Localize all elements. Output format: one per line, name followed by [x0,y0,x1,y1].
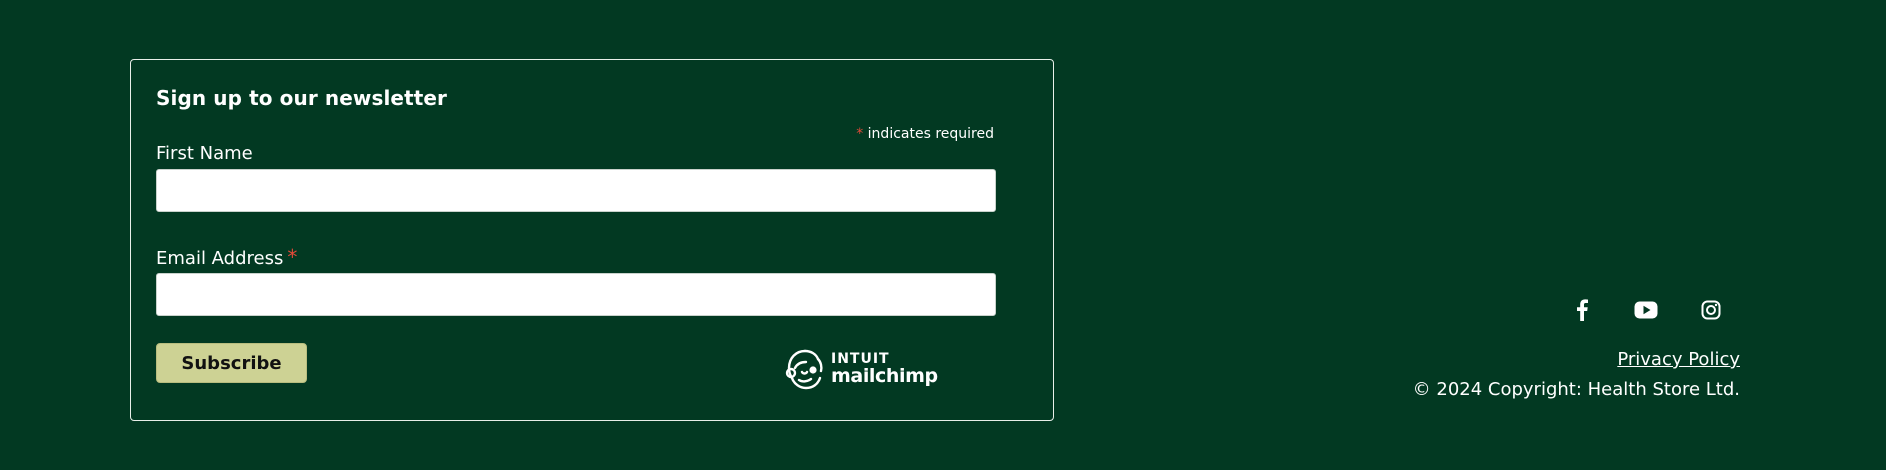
instagram-link[interactable] [1695,296,1727,324]
email-label: Email Address * [156,245,297,269]
required-note-text: indicates required [867,126,994,142]
facebook-icon [1577,299,1588,321]
copyright-text: © 2024 Copyright: Health Store Ltd. [1412,379,1740,400]
email-field[interactable] [156,273,996,316]
newsletter-title: Sign up to our newsletter [156,86,448,110]
facebook-link[interactable] [1566,296,1598,324]
youtube-link[interactable] [1630,296,1662,324]
instagram-icon [1701,300,1721,320]
email-required-asterisk: * [287,245,298,269]
logo-mailchimp-text: mailchimp [831,365,938,387]
first-name-field[interactable] [156,169,996,212]
newsletter-form: Sign up to our newsletter * indicates re… [130,59,1054,421]
privacy-policy-link[interactable]: Privacy Policy [1617,349,1740,370]
first-name-label: First Name [156,143,253,164]
youtube-icon [1634,301,1658,319]
mailchimp-freddie-icon [785,349,823,390]
subscribe-button[interactable]: Subscribe [156,343,307,383]
intuit-mailchimp-logo[interactable]: INTUIT mailchimp [783,346,938,392]
email-label-text: Email Address [156,248,284,269]
required-note: * indicates required [856,126,994,142]
logo-intuit-text: INTUIT [831,351,890,367]
required-asterisk: * [856,126,864,142]
